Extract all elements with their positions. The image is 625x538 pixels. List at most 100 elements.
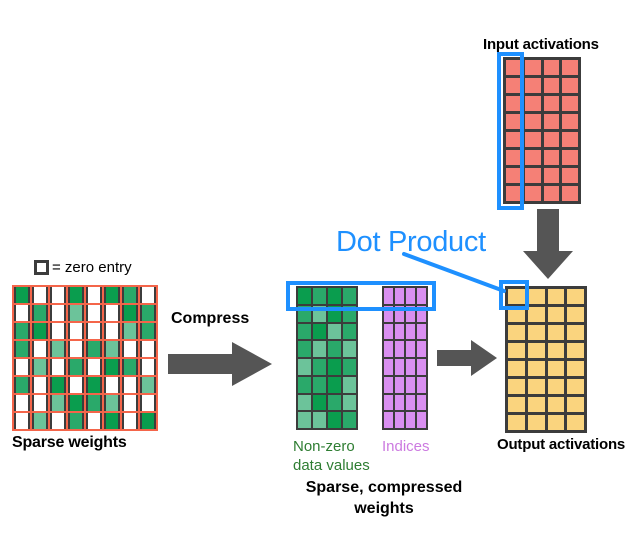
matrix-cell: [562, 150, 578, 165]
matrix-cell: [140, 305, 156, 321]
matrix-cell: [313, 376, 326, 393]
matrix-cell: [122, 359, 138, 375]
matrix-cell: [384, 412, 393, 428]
matrix-cell: [140, 377, 156, 393]
matrix-cell: [562, 132, 578, 147]
matrix-cell: [328, 412, 341, 428]
matrix-cell: [343, 323, 356, 340]
compressed-values-matrix: [296, 286, 358, 430]
matrix-cell: [32, 395, 48, 411]
matrix-cell: [14, 287, 30, 303]
matrix-cell: [562, 60, 578, 75]
matrix-cell: [343, 376, 356, 393]
matrix-cell: [328, 323, 341, 340]
matrix-cell: [395, 412, 404, 428]
indices-matrix: [382, 286, 428, 430]
matrix-cell: [543, 186, 560, 201]
matrix-cell: [406, 323, 415, 340]
matrix-cell: [506, 78, 522, 93]
matrix-cell: [506, 60, 522, 75]
matrix-cell: [567, 325, 584, 340]
matrix-cell: [406, 341, 415, 357]
matrix-cell: [298, 341, 311, 357]
matrix-cell: [86, 359, 102, 375]
matrix-cell: [86, 287, 102, 303]
matrix-cell: [506, 150, 522, 165]
matrix-cell: [527, 361, 545, 376]
matrix-cell: [32, 287, 48, 303]
matrix-cell: [543, 60, 560, 75]
matrix-cell: [547, 397, 565, 412]
matrix-cell: [567, 307, 584, 322]
matrix-cell: [508, 361, 525, 376]
matrix-cell: [104, 305, 120, 321]
dot-product-leader-line: [402, 252, 506, 293]
matrix-cell: [122, 395, 138, 411]
matrix-cell: [506, 186, 522, 201]
matrix-cell: [328, 359, 341, 375]
matrix-cell: [547, 289, 565, 304]
matrix-cell: [395, 376, 404, 393]
matrix-cell: [524, 114, 541, 129]
to-output-arrow-icon: [437, 340, 497, 376]
matrix-cell: [547, 343, 565, 358]
zero-entry-swatch-icon: [34, 260, 49, 275]
nonzero-data-values-label: Non-zero data values: [293, 438, 370, 476]
matrix-cell: [122, 323, 138, 339]
matrix-cell: [298, 394, 311, 411]
matrix-cell: [68, 323, 84, 339]
sparse-compressed-weights-label: Sparse, compressed weights: [284, 478, 484, 520]
matrix-cell: [86, 395, 102, 411]
matrix-cell: [417, 412, 426, 428]
matrix-cell: [50, 359, 66, 375]
matrix-cell: [328, 394, 341, 411]
matrix-cell: [543, 150, 560, 165]
matrix-cell: [343, 288, 356, 304]
matrix-cell: [104, 341, 120, 357]
matrix-cell: [417, 376, 426, 393]
matrix-cell: [313, 288, 326, 304]
matrix-cell: [298, 376, 311, 393]
matrix-cell: [68, 341, 84, 357]
matrix-cell: [506, 96, 522, 111]
sparse-weights-matrix: [12, 285, 158, 431]
matrix-cell: [384, 305, 393, 322]
matrix-cell: [406, 412, 415, 428]
matrix-cell: [508, 379, 525, 394]
matrix-cell: [313, 359, 326, 375]
matrix-cell: [32, 323, 48, 339]
sparse-compressed-line1: Sparse, compressed: [305, 479, 463, 496]
matrix-cell: [417, 359, 426, 375]
matrix-cell: [104, 359, 120, 375]
matrix-cell: [313, 305, 326, 322]
matrix-cell: [562, 96, 578, 111]
matrix-cell: [395, 341, 404, 357]
matrix-cell: [547, 361, 565, 376]
matrix-cell: [567, 289, 584, 304]
matrix-cell: [506, 132, 522, 147]
matrix-cell: [384, 341, 393, 357]
matrix-cell: [140, 323, 156, 339]
matrix-cell: [104, 287, 120, 303]
matrix-cell: [86, 305, 102, 321]
matrix-cell: [524, 186, 541, 201]
matrix-cell: [343, 359, 356, 375]
matrix-cell: [395, 394, 404, 411]
matrix-cell: [527, 307, 545, 322]
matrix-cell: [384, 323, 393, 340]
matrix-cell: [524, 150, 541, 165]
matrix-cell: [14, 359, 30, 375]
matrix-cell: [524, 60, 541, 75]
matrix-cell: [50, 323, 66, 339]
matrix-cell: [86, 341, 102, 357]
matrix-cell: [298, 412, 311, 428]
matrix-cell: [547, 307, 565, 322]
matrix-cell: [328, 341, 341, 357]
matrix-cell: [298, 288, 311, 304]
matrix-cell: [328, 305, 341, 322]
matrix-cell: [527, 289, 545, 304]
matrix-cell: [395, 323, 404, 340]
matrix-cell: [524, 168, 541, 183]
matrix-cell: [543, 96, 560, 111]
matrix-cell: [527, 379, 545, 394]
